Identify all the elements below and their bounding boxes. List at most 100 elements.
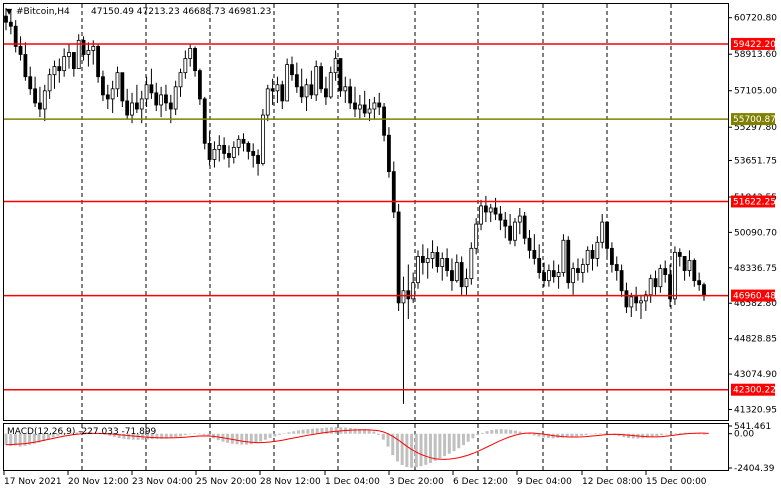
price-tick-label: 44828.85 bbox=[734, 335, 777, 345]
macd-bar bbox=[466, 433, 470, 442]
candle-body bbox=[600, 221, 605, 243]
macd-bar bbox=[575, 433, 579, 437]
candle-body bbox=[81, 39, 86, 55]
candle-body bbox=[71, 52, 76, 70]
macd-bar bbox=[424, 433, 428, 465]
price-panel[interactable] bbox=[3, 3, 729, 421]
candle-body bbox=[23, 54, 28, 78]
macd-bar bbox=[664, 433, 668, 435]
candle-body bbox=[57, 66, 62, 72]
level-label: 46960.48 bbox=[733, 292, 776, 302]
macd-bar bbox=[494, 429, 498, 434]
candle-body bbox=[687, 260, 692, 271]
macd-bar bbox=[381, 433, 385, 440]
time-label: 15 Dec 00:00 bbox=[646, 477, 707, 487]
symbol-label: #Bitcoin,H4 bbox=[16, 7, 70, 17]
candle-body bbox=[294, 74, 299, 88]
candle-body bbox=[338, 58, 343, 92]
candle-body bbox=[280, 84, 285, 102]
candle-body bbox=[42, 90, 47, 110]
trading-chart-window[interactable]: 60720.80 58913.60 57105.00 55297.80 53651.75… bbox=[0, 0, 781, 489]
macd-bar bbox=[311, 428, 315, 434]
macd-bar bbox=[476, 433, 480, 436]
candle-body bbox=[372, 102, 377, 110]
chart-dropdown-icon[interactable]: ▼ bbox=[6, 7, 13, 16]
candle-body bbox=[285, 64, 290, 102]
candle-body bbox=[120, 72, 125, 102]
candle-body bbox=[692, 260, 697, 282]
candle-body bbox=[62, 56, 67, 72]
candle-body bbox=[430, 251, 435, 259]
price-tick-label: 58913.60 bbox=[734, 50, 777, 60]
candle-body bbox=[105, 94, 110, 100]
price-tick-label: 50090.70 bbox=[734, 228, 777, 238]
candle-body bbox=[634, 296, 639, 304]
time-label: 9 Dec 04:00 bbox=[517, 477, 572, 487]
macd-bar bbox=[603, 433, 607, 434]
candle-body bbox=[566, 239, 571, 284]
candle-body bbox=[290, 64, 294, 76]
ohlc-readout: 47150.49 47213.23 46688.73 46981.23 bbox=[91, 7, 271, 17]
candle-body bbox=[435, 251, 440, 267]
candle-body bbox=[420, 256, 425, 263]
candle-body bbox=[406, 290, 411, 300]
level-label: 42300.22 bbox=[733, 386, 776, 396]
candle-body bbox=[164, 94, 168, 104]
candle-body bbox=[469, 247, 474, 280]
candle-body bbox=[702, 284, 706, 297]
candle-body bbox=[605, 221, 609, 249]
candle-body bbox=[450, 270, 454, 282]
level-label: 55700.87 bbox=[733, 115, 776, 125]
time-axis: 17 Nov 2021 20 Nov 12:00 23 Nov 04:00 25 No… bbox=[3, 471, 707, 487]
candle-body bbox=[115, 72, 120, 90]
candle-body bbox=[139, 98, 144, 110]
candle-body bbox=[527, 237, 532, 251]
candle-body bbox=[202, 98, 207, 144]
time-label: 28 Nov 12:00 bbox=[260, 477, 321, 487]
macd-bar bbox=[443, 433, 447, 457]
macd-bar bbox=[447, 433, 451, 454]
candle-body bbox=[396, 211, 401, 304]
candle-body bbox=[479, 205, 483, 225]
candle-body bbox=[585, 249, 590, 265]
candle-body bbox=[425, 258, 430, 263]
macd-bar bbox=[197, 433, 201, 435]
macd-bar bbox=[499, 429, 503, 434]
candle-body bbox=[154, 92, 159, 106]
macd-bar bbox=[697, 433, 701, 435]
candle-body bbox=[387, 134, 391, 173]
candle-body bbox=[454, 262, 459, 282]
macd-bar bbox=[594, 433, 598, 434]
candle-body bbox=[130, 102, 134, 116]
time-label: 20 Nov 12:00 bbox=[68, 477, 129, 487]
candle-body bbox=[241, 138, 246, 144]
candle-body bbox=[261, 114, 265, 164]
candle-body bbox=[188, 48, 193, 59]
candle-body bbox=[648, 278, 653, 296]
candle-body bbox=[624, 290, 629, 308]
candle-body bbox=[38, 102, 42, 110]
candle-body bbox=[498, 213, 503, 221]
macd-bar bbox=[259, 433, 263, 442]
candle-body bbox=[231, 146, 236, 158]
time-label: 3 Dec 20:00 bbox=[389, 477, 444, 487]
candle-body bbox=[532, 249, 537, 259]
candle-body bbox=[483, 205, 488, 213]
candle-body bbox=[212, 148, 217, 160]
macd-bar bbox=[570, 433, 574, 437]
macd-tick-label: -2404.39 bbox=[734, 464, 775, 474]
macd-bar bbox=[386, 433, 390, 447]
candle-body bbox=[67, 52, 71, 57]
candle-body bbox=[614, 264, 619, 271]
candle-body bbox=[663, 268, 668, 276]
chart-canvas[interactable]: 60720.8058913.6057105.0055297.8053651.75… bbox=[0, 0, 781, 489]
macd-bar bbox=[579, 433, 583, 436]
candle-body bbox=[328, 72, 333, 98]
macd-bar bbox=[627, 433, 631, 438]
candle-body bbox=[256, 155, 260, 164]
candle-body bbox=[348, 86, 353, 104]
time-label: 12 Dec 08:00 bbox=[582, 477, 643, 487]
macd-bar bbox=[457, 433, 461, 449]
macd-bar bbox=[428, 433, 432, 463]
macd-bar bbox=[405, 433, 409, 467]
